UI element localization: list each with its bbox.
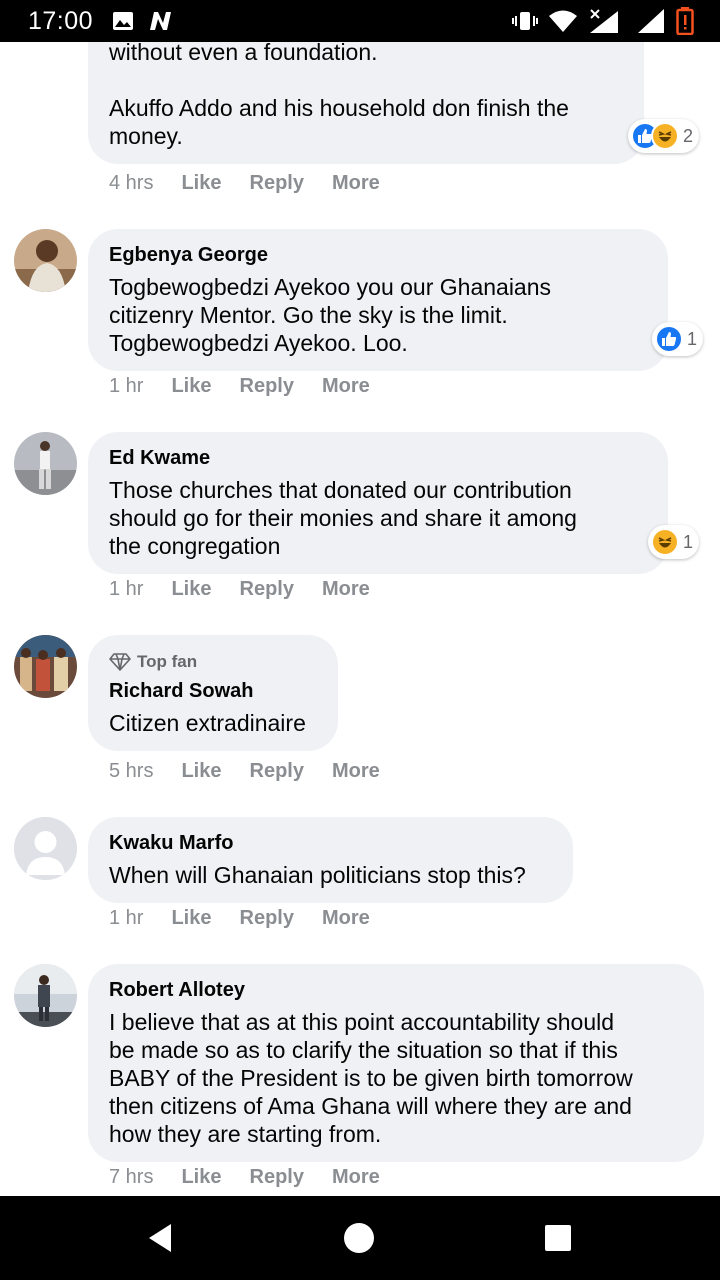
comment-text-line: Togbewogbedzi Ayekoo you our Ghanaians	[109, 274, 552, 300]
status-bar: 17:00	[0, 0, 720, 42]
comment-author[interactable]: Egbenya George	[109, 241, 647, 269]
like-button[interactable]: Like	[181, 1166, 221, 1189]
reaction-count: 1	[683, 531, 694, 552]
avatar[interactable]	[14, 229, 77, 292]
recents-icon[interactable]	[538, 1218, 578, 1258]
comments-feed[interactable]: without even a foundation. Akuffo Addo a…	[0, 42, 720, 1196]
diamond-icon	[109, 653, 131, 671]
reply-button[interactable]: Reply	[250, 1166, 304, 1189]
comment-meta: 1 hr Like Reply More	[109, 372, 398, 400]
like-button[interactable]: Like	[171, 907, 211, 930]
navigation-bar	[0, 1196, 720, 1280]
comment-meta: 1 hr Like Reply More	[109, 575, 398, 603]
reply-button[interactable]: Reply	[240, 375, 294, 398]
comment-bubble[interactable]: Kwaku Marfo When will Ghanaian politicia…	[88, 817, 573, 903]
comment-author[interactable]: Robert Allotey	[109, 976, 683, 1004]
comment-author[interactable]: Ed Kwame	[109, 444, 647, 472]
comment-time: 5 hrs	[109, 759, 154, 782]
more-button[interactable]: More	[332, 760, 380, 783]
comment-bubble[interactable]: Top fan Richard Sowah Citizen extradinai…	[88, 635, 338, 751]
comment-time: 7 hrs	[109, 1165, 154, 1188]
comment-text-line: citizenry Mentor. Go the sky is the limi…	[109, 302, 508, 328]
home-icon[interactable]	[339, 1218, 379, 1258]
reaction-badge[interactable]: 1	[648, 525, 700, 559]
comment-text-line: money.	[109, 123, 183, 149]
more-button[interactable]: More	[322, 907, 370, 930]
comment-text-line: Togbewogbedzi Ayekoo. Loo.	[109, 330, 408, 356]
reaction-count: 1	[687, 328, 698, 349]
comment-meta: 4 hrs Like Reply More	[109, 169, 408, 197]
comment-time: 1 hr	[109, 906, 144, 929]
reply-button[interactable]: Reply	[240, 578, 294, 601]
more-button[interactable]: More	[332, 172, 380, 195]
more-button[interactable]: More	[332, 1166, 380, 1189]
like-button[interactable]: Like	[171, 578, 211, 601]
reply-button[interactable]: Reply	[250, 172, 304, 195]
comment-text-line: When will Ghanaian politicians stop this…	[109, 862, 526, 888]
avatar[interactable]	[14, 817, 77, 880]
comment-text-line: then citizens of Ama Ghana will where th…	[109, 1093, 632, 1119]
comment-meta: 5 hrs Like Reply More	[109, 757, 408, 785]
reaction-badge[interactable]: 2	[628, 119, 700, 153]
signal-icon	[636, 8, 666, 34]
reaction-count: 2	[683, 125, 694, 146]
status-time: 17:00	[28, 7, 94, 35]
reply-button[interactable]: Reply	[250, 760, 304, 783]
comment-author[interactable]: Kwaku Marfo	[109, 829, 552, 857]
comment-time: 1 hr	[109, 577, 144, 600]
comment-text-line: be made so as to clarify the situation s…	[109, 1037, 618, 1063]
comment-text-line: BABY of the President is to be given bir…	[109, 1065, 633, 1091]
comment-meta: 1 hr Like Reply More	[109, 904, 398, 932]
back-icon[interactable]	[140, 1218, 180, 1258]
haha-reaction-icon	[651, 122, 679, 150]
comment-text-line: Akuffo Addo and his household don finish…	[109, 95, 569, 121]
signal-x-icon	[588, 8, 620, 34]
comment-text-line	[109, 66, 623, 94]
wifi-icon	[548, 8, 578, 34]
comment-time: 1 hr	[109, 374, 144, 397]
battery-low-icon	[676, 7, 694, 35]
comment-text-line: Those churches that donated our contribu…	[109, 477, 572, 503]
avatar[interactable]	[14, 635, 77, 698]
comment-text-line: without even a foundation.	[109, 42, 378, 65]
comment-text-line: Citizen extradinaire	[109, 710, 306, 736]
comment-bubble[interactable]: Ed Kwame Those churches that donated our…	[88, 432, 668, 574]
comment-time: 4 hrs	[109, 171, 154, 194]
comment-text-line: I believe that as at this point accounta…	[109, 1009, 615, 1035]
like-button[interactable]: Like	[181, 172, 221, 195]
comment-meta: 7 hrs Like Reply More	[109, 1163, 408, 1191]
comment-bubble[interactable]: without even a foundation. Akuffo Addo a…	[88, 42, 644, 164]
haha-reaction-icon	[651, 528, 679, 556]
reaction-badge[interactable]: 1	[652, 322, 704, 356]
avatar[interactable]	[14, 432, 77, 495]
top-fan-label: Top fan	[137, 652, 198, 671]
notification-n-icon	[147, 8, 173, 34]
top-fan-badge: Top fan	[109, 649, 317, 675]
comment-text-line: how they are starting from.	[109, 1121, 382, 1147]
vibrate-icon	[512, 8, 538, 34]
avatar[interactable]	[14, 964, 77, 1027]
comment-author[interactable]: Richard Sowah	[109, 677, 317, 705]
like-button[interactable]: Like	[181, 760, 221, 783]
default-user-icon	[14, 817, 77, 880]
more-button[interactable]: More	[322, 375, 370, 398]
comment-text-line: the congregation	[109, 533, 281, 559]
comment-text-line: should go for their monies and share it …	[109, 505, 577, 531]
like-reaction-icon	[655, 325, 683, 353]
gallery-icon	[111, 8, 135, 34]
more-button[interactable]: More	[322, 578, 370, 601]
comment-bubble[interactable]: Egbenya George Togbewogbedzi Ayekoo you …	[88, 229, 668, 371]
like-button[interactable]: Like	[171, 375, 211, 398]
comment-bubble[interactable]: Robert Allotey I believe that as at this…	[88, 964, 704, 1162]
reply-button[interactable]: Reply	[240, 907, 294, 930]
